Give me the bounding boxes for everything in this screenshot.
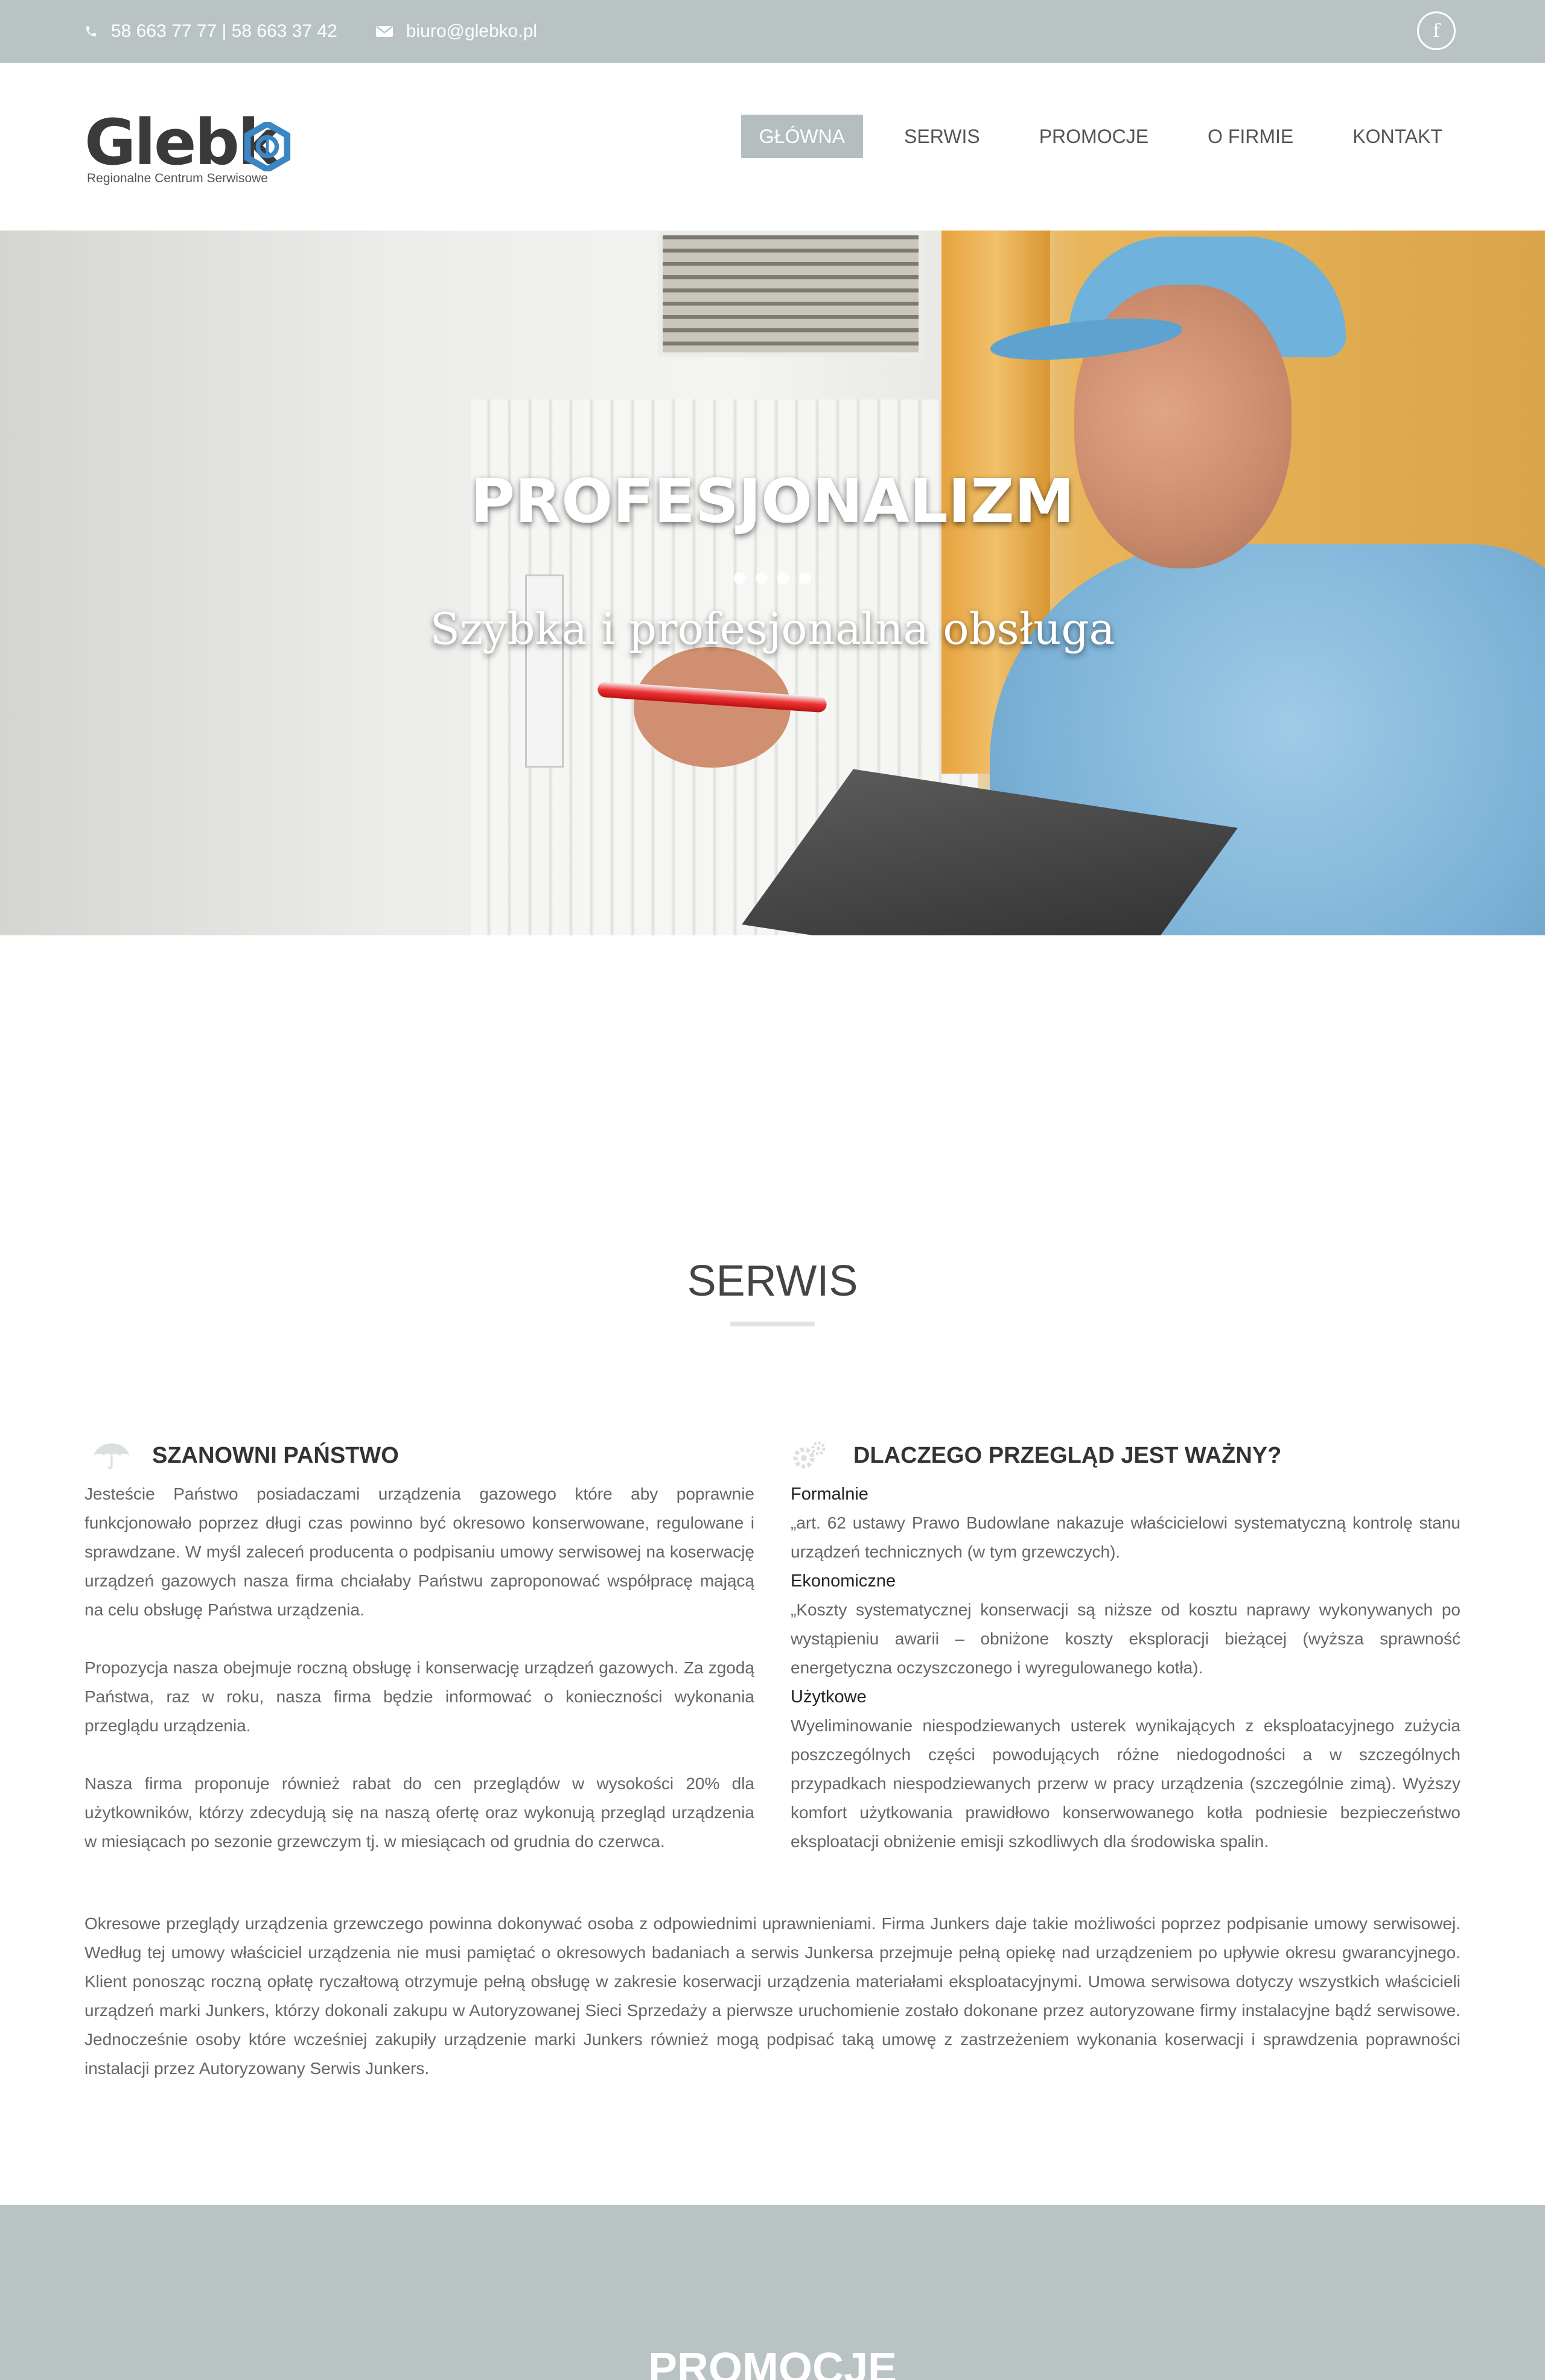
slider-dot[interactable] bbox=[734, 572, 746, 584]
phone-contact[interactable]: 58 663 77 77 | 58 663 37 42 bbox=[84, 21, 337, 42]
nav-item-glowna[interactable]: GŁÓWNA bbox=[741, 115, 864, 158]
envelope-icon bbox=[375, 26, 393, 37]
umbrella-icon bbox=[94, 1443, 129, 1469]
slider-pagination bbox=[0, 572, 1545, 584]
section-title-promocje: PROMOCJE bbox=[648, 2344, 897, 2380]
right-paragraph: Wyeliminowanie niespodziewanych usterek … bbox=[791, 1716, 1461, 1851]
email-contact[interactable]: biuro@glebko.pl bbox=[375, 21, 538, 42]
slider-dot[interactable] bbox=[777, 572, 789, 584]
left-paragraph: Jesteście Państwo posiadaczami urządzeni… bbox=[84, 1484, 754, 1619]
nav-item-promocje[interactable]: PROMOCJE bbox=[1021, 115, 1167, 158]
serwis-left-column: SZANOWNI PAŃSTWO Jesteście Państwo posia… bbox=[84, 1436, 754, 1856]
site-header: Glebk Regionalne Centrum Serwisowe GŁÓWN… bbox=[0, 63, 1545, 231]
top-contact-bar: 58 663 77 77 | 58 663 37 42 biuro@glebko… bbox=[0, 0, 1545, 63]
right-paragraph: „Koszty systematycznej konserwacji są ni… bbox=[791, 1600, 1461, 1677]
subheading-formalnie: Formalnie bbox=[791, 1484, 868, 1504]
right-column-header: DLACZEGO PRZEGLĄD JEST WAŻNY? bbox=[791, 1436, 1461, 1475]
slider-dot[interactable] bbox=[756, 572, 768, 584]
subheading-uzytkowe: Użytkowe bbox=[791, 1687, 867, 1707]
slider-dot[interactable] bbox=[799, 572, 811, 584]
logo-subtitle: Regionalne Centrum Serwisowe bbox=[87, 171, 268, 185]
serwis-right-column: DLACZEGO PRZEGLĄD JEST WAŻNY? Formalnie … bbox=[791, 1436, 1461, 1856]
right-paragraph: „art. 62 ustawy Prawo Budowlane nakazuje… bbox=[791, 1513, 1461, 1561]
phone-text: 58 663 77 77 | 58 663 37 42 bbox=[111, 21, 337, 41]
left-column-heading: SZANOWNI PAŃSTWO bbox=[152, 1442, 399, 1468]
logo[interactable]: Glebk Regionalne Centrum Serwisowe bbox=[84, 111, 302, 189]
serwis-full-paragraph: Okresowe przeglądy urządzenia grzewczego… bbox=[84, 1914, 1461, 2078]
title-divider bbox=[730, 1322, 815, 1326]
hero-title: PROFESJONALIZM bbox=[470, 466, 1075, 536]
promocje-section: PROMOCJE bbox=[0, 2205, 1545, 2380]
email-text: biuro@glebko.pl bbox=[406, 21, 538, 41]
facebook-icon: f bbox=[1433, 20, 1440, 42]
facebook-button[interactable]: f bbox=[1417, 11, 1456, 50]
main-nav: GŁÓWNA SERWIS PROMOCJE O FIRMIE KONTAKT bbox=[718, 115, 1461, 158]
section-title-serwis: SERWIS bbox=[687, 1257, 858, 1305]
nav-item-kontakt[interactable]: KONTAKT bbox=[1334, 115, 1461, 158]
nav-item-o-firmie[interactable]: O FIRMIE bbox=[1190, 115, 1311, 158]
hero-slider[interactable]: PROFESJONALIZM Szybka i profesjonalna ob… bbox=[0, 231, 1545, 935]
left-paragraph: Nasza firma proponuje również rabat do c… bbox=[84, 1774, 754, 1851]
phone-icon bbox=[86, 26, 97, 37]
left-column-header: SZANOWNI PAŃSTWO bbox=[84, 1436, 754, 1475]
hero-subtitle: Szybka i profesjonalna obsługa bbox=[430, 603, 1115, 654]
subheading-ekonomiczne: Ekonomiczne bbox=[791, 1571, 896, 1591]
gears-icon bbox=[793, 1441, 826, 1469]
right-column-heading: DLACZEGO PRZEGLĄD JEST WAŻNY? bbox=[853, 1442, 1282, 1468]
nav-item-serwis[interactable]: SERWIS bbox=[886, 115, 998, 158]
left-paragraph: Propozycja nasza obejmuje roczną obsługę… bbox=[84, 1658, 754, 1735]
hexagon-nut-icon bbox=[244, 122, 291, 171]
